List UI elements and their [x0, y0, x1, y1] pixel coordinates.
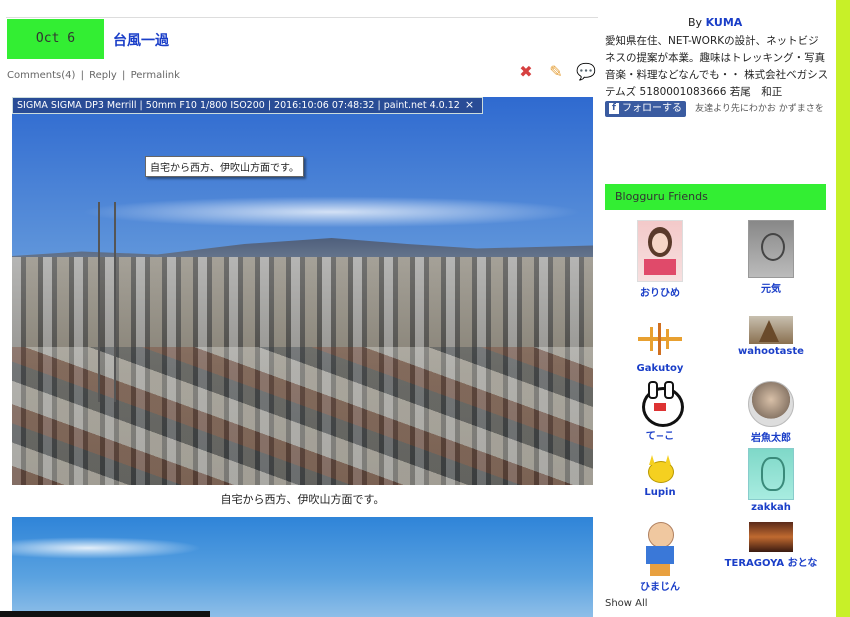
photo-tooltip: 自宅から西方、伊吹山方面です。: [145, 156, 304, 177]
follow-button[interactable]: f フォローする: [605, 101, 686, 117]
friend-name[interactable]: ひまじん: [605, 578, 715, 593]
friend-name[interactable]: zakkah: [716, 502, 826, 513]
meta-separator: |: [122, 70, 126, 81]
comment-icon[interactable]: 💬: [576, 63, 596, 81]
friend-avatar: [638, 520, 682, 576]
horizontal-scrollbar-thumb[interactable]: [0, 611, 210, 617]
delete-icon[interactable]: ✖: [516, 63, 536, 81]
follow-text: 友達より先にわかお かずまさを: [695, 104, 824, 114]
friend-avatar: [645, 455, 675, 483]
exif-close-icon[interactable]: ×: [462, 97, 477, 112]
exif-text: SIGMA SIGMA DP3 Merrill | 50mm F10 1/800…: [17, 100, 460, 111]
edit-icon[interactable]: ✎: [546, 63, 566, 81]
friend-avatar: [749, 316, 793, 344]
friend-item[interactable]: おりひめ: [605, 220, 715, 299]
show-all-link[interactable]: Show All: [605, 598, 648, 609]
friend-item[interactable]: Gakutoy: [605, 323, 715, 374]
friend-item[interactable]: て−こ: [605, 381, 715, 442]
author-profile: 愛知県在住、NET-WORKの設計、ネットビジネスの提案が本業。趣味はトレッキン…: [605, 35, 829, 98]
second-photo[interactable]: [12, 517, 593, 617]
friend-name[interactable]: Gakutoy: [605, 363, 715, 374]
follow-row: f フォローする 友達より先にわかお かずまさを: [605, 101, 830, 117]
post-meta: Comments(4) | Reply | Permalink: [7, 70, 180, 81]
friend-name[interactable]: 岩魚太郎: [716, 429, 826, 444]
author-line: By KUMA: [688, 16, 742, 29]
by-label: By: [688, 16, 703, 29]
friend-item[interactable]: 元気: [716, 220, 826, 295]
friend-item[interactable]: zakkah: [716, 448, 826, 513]
friend-avatar: [748, 448, 794, 500]
friend-avatar: [637, 220, 683, 282]
friend-avatar: [749, 522, 793, 552]
comments-link[interactable]: Comments(4): [7, 70, 75, 81]
permalink-link[interactable]: Permalink: [131, 70, 180, 81]
post-date: Oct 6: [7, 19, 104, 59]
friends-heading: Blogguru Friends: [605, 184, 826, 210]
exif-info-bar: SIGMA SIGMA DP3 Merrill | 50mm F10 1/800…: [12, 97, 483, 114]
friend-avatar: [638, 381, 684, 427]
friend-name[interactable]: Lupin: [605, 487, 715, 498]
facebook-icon: f: [609, 102, 619, 114]
friend-name[interactable]: TERAGOYA おとな: [716, 554, 826, 569]
friend-name[interactable]: 元気: [716, 280, 826, 295]
friend-item[interactable]: 岩魚太郎: [716, 381, 826, 444]
friend-name[interactable]: おりひめ: [605, 284, 715, 299]
right-edge-bar: [836, 0, 850, 617]
top-divider: [6, 17, 598, 18]
friend-name[interactable]: wahootaste: [716, 346, 826, 357]
friend-item[interactable]: Lupin: [605, 455, 715, 498]
friend-avatar: [748, 381, 794, 427]
friend-avatar: [638, 323, 682, 355]
author-name[interactable]: KUMA: [706, 16, 743, 29]
reply-link[interactable]: Reply: [89, 70, 117, 81]
photo-caption: 自宅から西方、伊吹山方面です。: [220, 493, 385, 506]
photo-power-tower: [98, 202, 116, 402]
friend-item[interactable]: ひまじん: [605, 520, 715, 593]
post-title[interactable]: 台風一過: [113, 30, 169, 50]
friend-item[interactable]: wahootaste: [716, 316, 826, 357]
friend-item[interactable]: TERAGOYA おとな: [716, 522, 826, 569]
follow-label: フォローする: [622, 103, 682, 114]
photo-clouds: [12, 537, 202, 559]
friend-avatar: [748, 220, 794, 278]
meta-separator: |: [80, 70, 84, 81]
post-action-icons: ✖ ✎ 💬: [516, 63, 598, 81]
friend-name[interactable]: て−こ: [605, 427, 715, 442]
post-photo[interactable]: SIGMA SIGMA DP3 Merrill | 50mm F10 1/800…: [12, 97, 593, 485]
